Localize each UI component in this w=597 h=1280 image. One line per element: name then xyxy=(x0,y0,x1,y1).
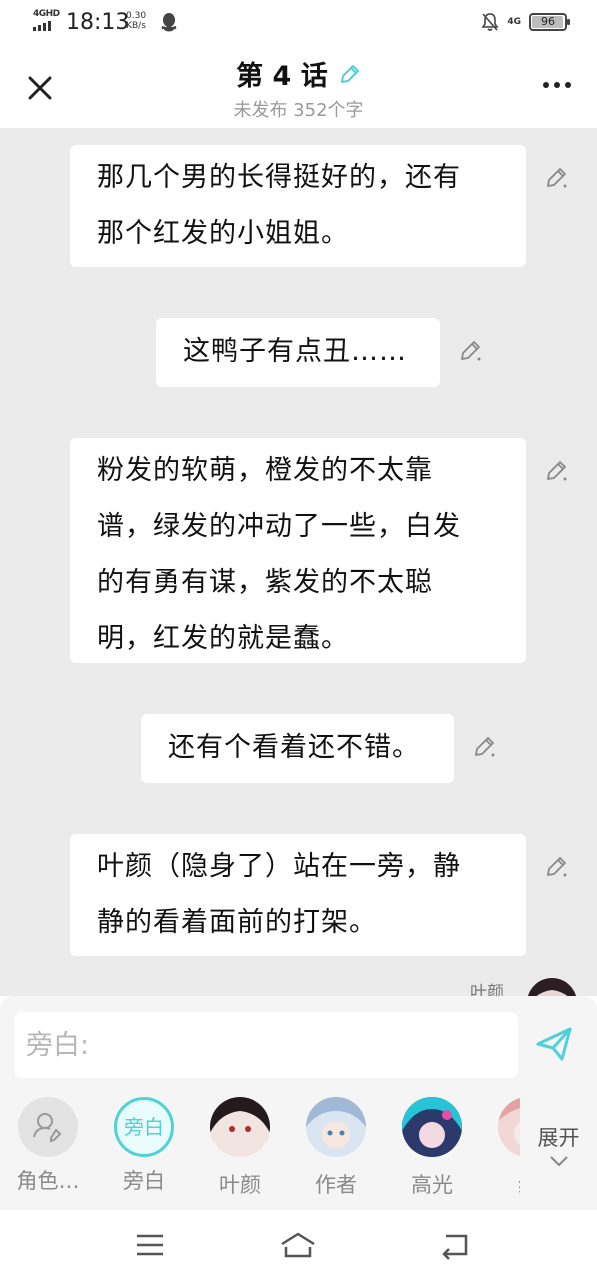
expand-button[interactable]: 展开 xyxy=(520,1092,597,1202)
title-wrap: 第 4 话 xyxy=(0,54,597,93)
character-avatar xyxy=(498,1097,520,1157)
speed-value: 0.30 xyxy=(126,11,147,21)
menu-icon[interactable] xyxy=(130,1230,170,1260)
speaker-name: 叶颜 xyxy=(470,983,504,996)
edit-message-icon[interactable] xyxy=(473,735,497,759)
more-options-icon[interactable] xyxy=(543,82,571,88)
compose-panel: 角色… 旁白 旁白 叶颜 作者 xyxy=(0,996,597,1210)
chevron-down-icon xyxy=(549,1156,568,1167)
message-line: 那个红发的小姐姐。 xyxy=(97,218,349,249)
role-manage[interactable]: 角色… xyxy=(0,1097,96,1195)
role-character[interactable]: 高光 xyxy=(384,1097,480,1199)
role-label: 叶颜 xyxy=(219,1173,261,1197)
home-icon[interactable] xyxy=(278,1230,318,1260)
edit-message-icon[interactable] xyxy=(545,855,569,879)
role-selector: 角色… 旁白 旁白 叶颜 作者 高光 xyxy=(0,1092,520,1202)
message-line: 这鸭子有点丑…… xyxy=(183,336,407,367)
publish-status: 未发布 352个字 xyxy=(233,100,364,121)
system-nav-bar xyxy=(0,1210,597,1280)
role-label: 高光 xyxy=(411,1173,453,1197)
message-input-box[interactable] xyxy=(14,1012,518,1078)
role-label: 纟 xyxy=(480,1169,521,1199)
qq-icon xyxy=(161,13,177,32)
status-bar: 4GHD 18:13 0.30 KB/s 4G 96 xyxy=(0,0,597,46)
message-line: 静的看着面前的打架。 xyxy=(97,907,377,938)
message-bubble[interactable]: 这鸭子有点丑…… xyxy=(156,318,440,387)
message-line: 还有个看着还不错。 xyxy=(168,732,420,763)
message-input[interactable] xyxy=(14,1012,518,1078)
mobile-data-indicator: 4G xyxy=(507,16,521,27)
narrator-avatar: 旁白 xyxy=(114,1097,174,1157)
battery-level: 96 xyxy=(541,15,555,28)
speed-unit: KB/s xyxy=(126,21,146,31)
send-icon[interactable] xyxy=(534,1024,574,1064)
edit-message-icon[interactable] xyxy=(459,339,483,363)
speaker-avatar[interactable] xyxy=(527,978,577,996)
role-character[interactable]: 作者 xyxy=(288,1097,384,1199)
message-bubble[interactable]: 粉发的软萌，橙发的不太靠 谱，绿发的冲动了一些，白发 的有勇有谋，紫发的不太聪 … xyxy=(70,438,526,663)
battery-icon: 96 xyxy=(529,13,570,31)
header: 第 4 话 未发布 352个字 xyxy=(0,46,597,128)
role-avatar xyxy=(18,1097,78,1157)
message-bubble[interactable]: 还有个看着还不错。 xyxy=(141,714,454,783)
message-line: 粉发的软萌，橙发的不太靠 xyxy=(97,455,433,486)
edit-message-icon[interactable] xyxy=(545,459,569,483)
character-avatar xyxy=(306,1097,366,1157)
role-narrator[interactable]: 旁白 旁白 xyxy=(96,1097,192,1195)
page-title: 第 4 话 xyxy=(236,61,328,92)
back-icon[interactable] xyxy=(436,1230,476,1260)
message-line: 的有勇有谋，紫发的不太聪 xyxy=(97,567,433,598)
expand-label: 展开 xyxy=(537,1126,580,1150)
edit-title-icon[interactable] xyxy=(339,63,361,85)
message-bubble[interactable]: 叶颜（隐身了）站在一旁，静 静的看着面前的打架。 xyxy=(70,834,526,956)
role-label: 作者 xyxy=(315,1173,357,1197)
role-label: 角色… xyxy=(16,1169,80,1193)
message-line: 那几个男的长得挺好的，还有 xyxy=(97,162,461,193)
clock: 18:13 xyxy=(66,10,130,35)
add-role-icon xyxy=(33,1113,62,1143)
role-character[interactable]: 叶颜 xyxy=(192,1097,288,1199)
message-line: 明，红发的就是蠢。 xyxy=(97,623,349,654)
role-character[interactable]: 纟 xyxy=(480,1097,520,1199)
message-line: 叶颜（隐身了）站在一旁，静 xyxy=(97,851,461,882)
character-avatar xyxy=(402,1097,462,1157)
edit-message-icon[interactable] xyxy=(545,166,569,190)
role-label: 旁白 xyxy=(123,1169,165,1193)
message-bubble[interactable]: 那几个男的长得挺好的，还有 那个红发的小姐姐。 xyxy=(70,145,526,267)
network-speed: 0.30 KB/s xyxy=(126,11,146,31)
network-type: 4GHD xyxy=(33,9,60,19)
message-list[interactable]: 那几个男的长得挺好的，还有 那个红发的小姐姐。 这鸭子有点丑…… 粉发的软萌，橙… xyxy=(0,128,597,996)
signal-icon xyxy=(33,21,51,31)
mute-bell-icon xyxy=(481,13,499,31)
message-line: 谱，绿发的冲动了一些，白发 xyxy=(97,511,461,542)
character-avatar xyxy=(210,1097,270,1157)
